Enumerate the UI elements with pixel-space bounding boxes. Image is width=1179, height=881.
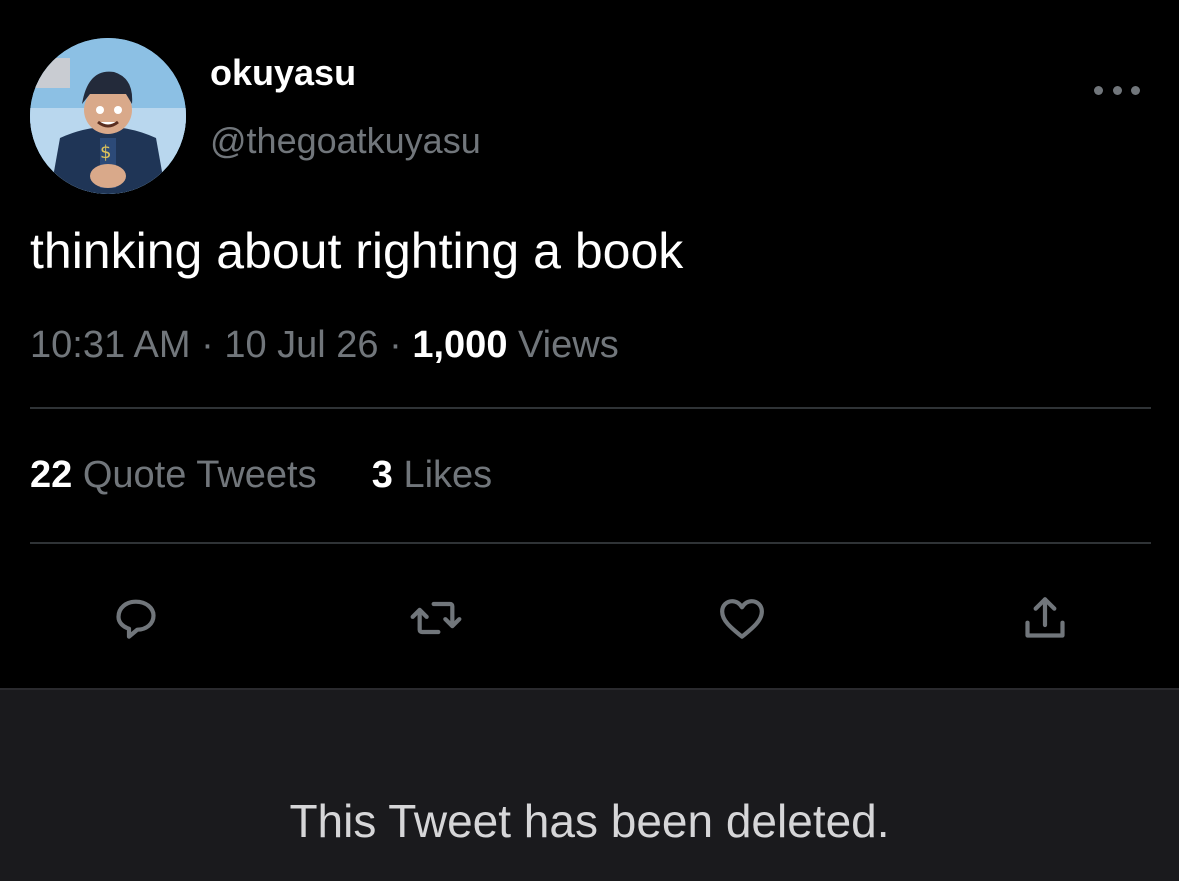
likes-label: Likes	[403, 454, 493, 496]
reply-button[interactable]	[108, 590, 164, 646]
likes-stat[interactable]: 3 Likes	[372, 454, 492, 496]
share-button[interactable]	[1017, 590, 1073, 646]
deleted-tweet-notice: This Tweet has been deleted.	[289, 795, 890, 847]
meta-separator: ·	[389, 324, 402, 366]
divider	[30, 407, 1151, 409]
divider	[30, 542, 1151, 544]
tweet-stats: 22 Quote Tweets 3 Likes	[30, 454, 492, 497]
retweet-icon	[410, 601, 462, 635]
likes-count: 3	[371, 454, 393, 496]
tweet-text: thinking about righting a book	[30, 223, 684, 279]
tweet-date[interactable]: 10 Jul 26	[224, 324, 378, 366]
deleted-tweet-panel: This Tweet has been deleted.	[0, 688, 1179, 881]
avatar-image: $	[30, 38, 186, 194]
quote-tweets-count: 22	[30, 454, 73, 496]
quote-tweets-label: Quote Tweets	[82, 454, 317, 496]
user-handle[interactable]: @thegoatkuyasu	[210, 120, 481, 162]
more-dot-icon	[1112, 85, 1122, 95]
tweet-time[interactable]: 10:31 AM	[30, 324, 191, 366]
meta-separator: ·	[201, 324, 214, 366]
svg-text:$: $	[100, 142, 111, 163]
tweet-card: $ okuyasu @thegoatkuyasu thinking about …	[0, 0, 1179, 688]
more-options-button[interactable]	[1094, 78, 1140, 102]
views-label: Views	[518, 324, 619, 366]
views-count: 1,000	[412, 324, 508, 366]
avatar[interactable]: $	[30, 38, 186, 194]
more-dot-icon	[1131, 85, 1140, 95]
tweet-meta: 10:31 AM · 10 Jul 26 · 1,000 Views	[30, 324, 619, 367]
reply-icon	[116, 599, 156, 639]
retweet-button[interactable]	[408, 590, 464, 646]
heart-icon	[720, 599, 764, 639]
display-name[interactable]: okuyasu	[210, 52, 356, 94]
like-button[interactable]	[714, 590, 770, 646]
share-icon	[1025, 597, 1065, 638]
quote-tweets-stat[interactable]: 22 Quote Tweets	[30, 454, 327, 496]
more-dot-icon	[1094, 85, 1103, 95]
